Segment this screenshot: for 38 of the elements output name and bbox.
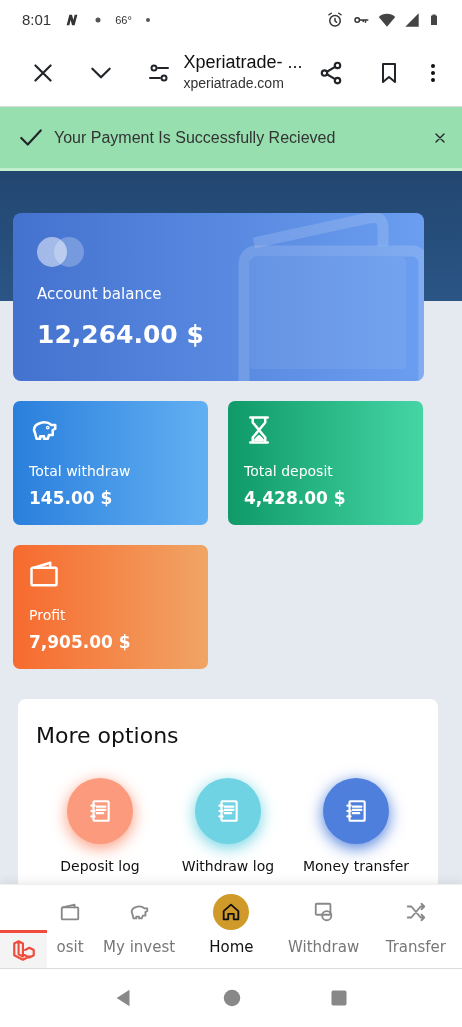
temperature-text: 66° (115, 12, 132, 28)
cubes-icon (10, 937, 37, 964)
notebook-icon (215, 798, 241, 824)
signal-icon (404, 12, 420, 28)
option-label: Deposit log (60, 857, 140, 876)
notebook-icon (343, 798, 369, 824)
stat-label: Total withdraw (29, 461, 132, 481)
option-label: Withdraw log (181, 857, 275, 876)
option-label: Money transfer (302, 857, 410, 876)
alert-message: Your Payment Is Successfully Recieved (54, 127, 336, 148)
status-time: 8:01 (22, 9, 52, 30)
nav-tab[interactable]: Transfer (369, 885, 462, 968)
section-title: More options (36, 722, 180, 750)
option-circle[interactable] (323, 778, 389, 844)
recents-icon[interactable] (329, 988, 349, 1008)
cash-icon (312, 901, 335, 924)
nav-tab[interactable]: Home (185, 885, 278, 968)
shuffle-icon (404, 901, 427, 924)
stat-label: Total deposit (244, 461, 334, 481)
wifi-icon (378, 11, 396, 29)
balance-amount: 12,264.00 $ (37, 318, 205, 351)
stat-amount: 4,428.00 $ (244, 486, 347, 510)
nav-tab[interactable]: My invest (93, 885, 186, 968)
page-url: xperiatrade.com (183, 74, 285, 94)
nav-tab[interactable]: Withdraw (277, 885, 370, 968)
wallet-icon (29, 559, 59, 589)
page-title: Xperiatrade- ... (183, 51, 303, 74)
stat-amount: 145.00 $ (29, 486, 114, 510)
card-logo-icon (37, 237, 85, 267)
stat-amount: 7,905.00 $ (29, 630, 132, 654)
stat-label: Profit (29, 605, 67, 625)
alarm-icon (326, 11, 344, 29)
balance-label: Account balance (37, 284, 163, 305)
dot-icon (143, 16, 152, 24)
debug-badge[interactable] (0, 930, 47, 968)
home-button-icon[interactable] (221, 987, 243, 1009)
notebook-icon (87, 798, 113, 824)
nav-tab[interactable]: osit (47, 885, 93, 968)
